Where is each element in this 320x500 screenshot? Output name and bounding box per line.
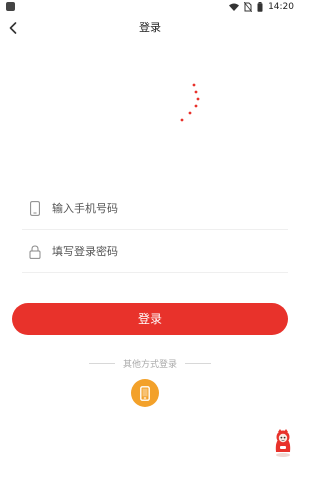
login-button[interactable]: 登录: [12, 303, 288, 335]
phone-input[interactable]: [52, 198, 272, 219]
wifi-icon: [229, 3, 240, 11]
mascot-icon[interactable]: [272, 428, 294, 458]
nav-bar: 登录: [0, 14, 300, 42]
lock-icon: [28, 244, 42, 260]
chevron-left-icon: [9, 22, 17, 34]
status-icons: 14:20: [229, 1, 294, 13]
phone-field-row: [22, 188, 288, 230]
brand-logo: [100, 76, 200, 129]
status-time: 14:20: [268, 2, 294, 12]
phone-icon: [140, 385, 150, 401]
phone-login-button[interactable]: [131, 379, 159, 407]
no-sim-icon: [244, 2, 253, 12]
phone-icon: [28, 201, 42, 217]
back-button[interactable]: [3, 18, 23, 38]
app-notification-icon: [6, 2, 15, 11]
divider-line-left: [88, 362, 115, 364]
battery-icon: [257, 2, 263, 12]
other-login-divider: 其他方式登录: [0, 356, 300, 370]
page-title: 登录: [139, 21, 161, 34]
divider-line-right: [185, 362, 211, 364]
other-login-label: 其他方式登录: [122, 359, 177, 370]
password-input[interactable]: [52, 241, 272, 262]
password-field-row: [22, 231, 288, 273]
status-bar: 14:20: [0, 0, 300, 14]
